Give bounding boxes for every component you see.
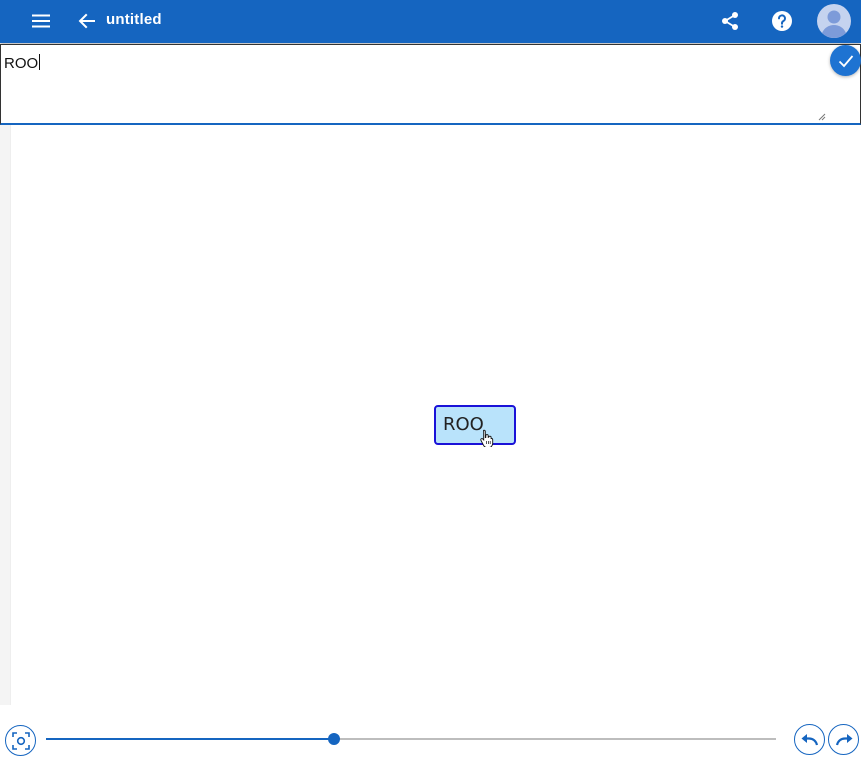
confirm-button[interactable] bbox=[830, 45, 861, 76]
zoom-slider[interactable] bbox=[46, 732, 776, 746]
account-button[interactable] bbox=[816, 3, 852, 39]
mindmap-node[interactable]: ROO bbox=[434, 405, 516, 447]
resize-grip-icon[interactable] bbox=[818, 113, 826, 121]
account-icon bbox=[817, 4, 851, 38]
document-title[interactable]: untitled bbox=[106, 11, 162, 28]
menu-button[interactable] bbox=[26, 6, 56, 36]
redo-icon bbox=[835, 733, 852, 745]
back-button[interactable] bbox=[72, 6, 102, 36]
node-text-value: ROO bbox=[4, 54, 41, 72]
text-caret bbox=[39, 54, 41, 70]
canvas-left-rail bbox=[0, 125, 10, 705]
help-button[interactable] bbox=[767, 6, 797, 36]
share-icon bbox=[722, 12, 738, 30]
menu-icon bbox=[32, 14, 50, 28]
slider-fill bbox=[46, 738, 335, 740]
fit-view-icon bbox=[11, 731, 30, 750]
check-icon bbox=[838, 54, 853, 67]
share-button[interactable] bbox=[715, 6, 745, 36]
node-text-value-text: ROO bbox=[4, 55, 39, 72]
fit-view-button[interactable] bbox=[5, 725, 36, 756]
slider-thumb[interactable] bbox=[328, 733, 341, 745]
redo-button[interactable] bbox=[828, 724, 859, 755]
undo-button[interactable] bbox=[794, 724, 825, 755]
node-label: ROO bbox=[443, 414, 484, 435]
arrow-back-icon bbox=[78, 13, 95, 29]
help-icon bbox=[772, 11, 792, 31]
hand-pointer-icon bbox=[480, 429, 494, 447]
undo-icon bbox=[801, 733, 818, 745]
node-text-input[interactable]: ROO bbox=[0, 44, 861, 125]
app-bar: untitled bbox=[0, 0, 861, 43]
